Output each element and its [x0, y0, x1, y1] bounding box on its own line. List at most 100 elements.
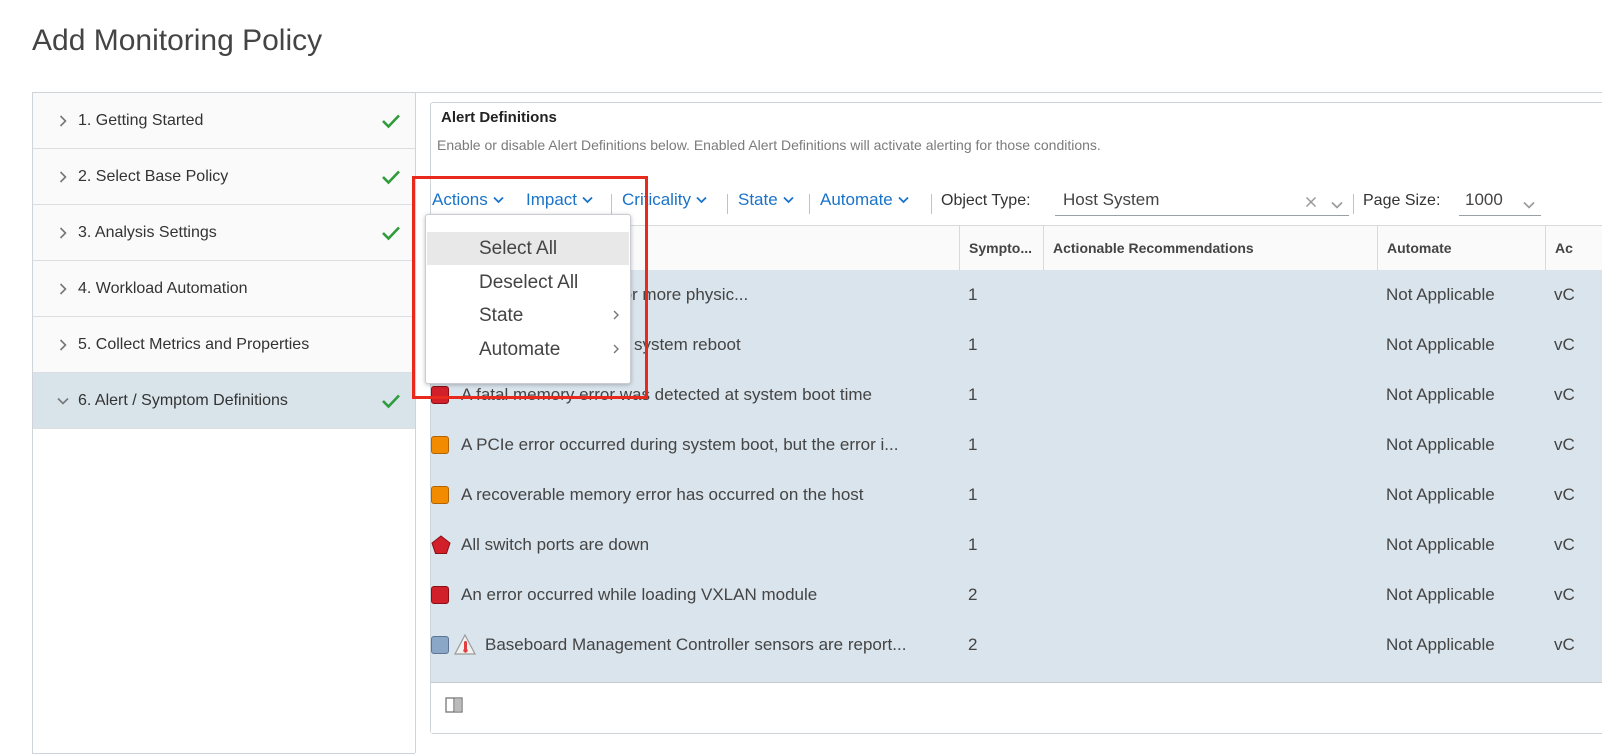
alert-name: Baseboard Management Controller sensors …: [485, 635, 907, 654]
check-icon: [381, 169, 401, 185]
divider: [414, 92, 1602, 93]
wizard-step-getting-started[interactable]: 1. Getting Started: [33, 93, 415, 149]
column-toggle-icon[interactable]: [445, 697, 463, 713]
clear-icon[interactable]: [1305, 193, 1317, 213]
adapter-value: vC: [1554, 335, 1575, 354]
adapter-value: vC: [1554, 585, 1575, 604]
symptoms-count: 1: [968, 285, 978, 304]
symptoms-count: 2: [968, 585, 978, 604]
wizard-step-label: 3. Analysis Settings: [78, 223, 217, 241]
info-alert-icon: [431, 636, 449, 654]
adapter-value: vC: [1554, 435, 1575, 454]
table-row[interactable]: A recoverable memory error has occurred …: [431, 470, 1602, 520]
automate-dropdown[interactable]: Automate: [820, 190, 909, 210]
chevron-right-icon: [55, 337, 71, 353]
object-type-value: Host System: [1063, 190, 1160, 209]
panel-description: Enable or disable Alert Definitions belo…: [437, 137, 1101, 153]
column-header-symptoms[interactable]: Sympto...: [959, 226, 1045, 270]
wizard-step-label: 5. Collect Metrics and Properties: [78, 335, 310, 353]
check-icon: [381, 225, 401, 241]
alert-name: A recoverable memory error has occurred …: [461, 485, 864, 504]
wizard-step-alert-symptom-definitions[interactable]: 6. Alert / Symptom Definitions: [33, 373, 415, 429]
adapter-value: vC: [1554, 385, 1575, 404]
menu-item-state[interactable]: State: [427, 299, 629, 332]
wizard-step-analysis-settings[interactable]: 3. Analysis Settings: [33, 205, 415, 261]
toolbar-separator: [931, 194, 932, 214]
panel-title: Alert Definitions: [441, 109, 557, 126]
wizard-step-workload-automation[interactable]: 4. Workload Automation: [33, 261, 415, 317]
column-header-adapter[interactable]: Ac: [1545, 226, 1602, 270]
critical-alert-icon: [431, 386, 449, 404]
wizard-steps: 1. Getting Started 2. Select Base Policy…: [32, 92, 416, 754]
symptoms-count: 2: [968, 635, 978, 654]
chevron-down-icon: [696, 196, 707, 204]
menu-item-automate-label: Automate: [479, 339, 561, 360]
warning-alert-icon: [431, 436, 449, 454]
automate-value: Not Applicable: [1386, 335, 1495, 354]
chevron-down-icon: [55, 393, 71, 409]
criticality-dropdown[interactable]: Criticality: [622, 190, 707, 210]
chevron-right-icon: [613, 310, 619, 320]
table-footer: [431, 682, 1602, 733]
state-label: State: [738, 190, 778, 209]
page-size-value: 1000: [1465, 190, 1503, 209]
symptoms-count: 1: [968, 385, 978, 404]
toolbar: Actions Impact Criticality State Automat…: [431, 187, 1602, 217]
adapter-value: vC: [1554, 485, 1575, 504]
alert-name: An error occurred while loading VXLAN mo…: [461, 585, 818, 604]
table-row[interactable]: All switch ports are down 1 Not Applicab…: [431, 520, 1602, 570]
menu-item-automate[interactable]: Automate: [427, 333, 629, 366]
wizard-step-collect-metrics[interactable]: 5. Collect Metrics and Properties: [33, 317, 415, 373]
column-header-automate[interactable]: Automate: [1377, 226, 1545, 270]
warning-alert-icon: [431, 486, 449, 504]
page-size-select[interactable]: 1000: [1459, 185, 1541, 216]
automate-value: Not Applicable: [1386, 485, 1495, 504]
wizard-step-label: 2. Select Base Policy: [78, 167, 229, 185]
thermometer-warning-icon: [454, 634, 476, 655]
adapter-value: vC: [1554, 535, 1575, 554]
menu-item-deselect-all[interactable]: Deselect All: [427, 266, 629, 299]
symptoms-count: 1: [968, 485, 978, 504]
table-row[interactable]: A PCIe error occurred during system boot…: [431, 420, 1602, 470]
impact-dropdown[interactable]: Impact: [526, 190, 593, 210]
actions-label: Actions: [432, 190, 488, 209]
menu-item-state-label: State: [479, 305, 524, 326]
symptoms-count: 1: [968, 535, 978, 554]
state-dropdown[interactable]: State: [738, 190, 794, 210]
criticality-label: Criticality: [622, 190, 691, 209]
chevron-down-icon: [582, 196, 593, 204]
chevron-right-icon: [55, 281, 71, 297]
automate-value: Not Applicable: [1386, 635, 1495, 654]
chevron-down-icon: [1331, 194, 1343, 214]
automate-value: Not Applicable: [1386, 285, 1495, 304]
automate-value: Not Applicable: [1386, 585, 1495, 604]
object-type-label: Object Type:: [941, 192, 1031, 209]
chevron-right-icon: [55, 169, 71, 185]
table-row[interactable]: An error occurred while loading VXLAN mo…: [431, 570, 1602, 620]
impact-label: Impact: [526, 190, 578, 209]
check-icon: [381, 113, 401, 129]
toolbar-separator: [809, 194, 810, 214]
chevron-right-icon: [613, 344, 619, 354]
object-type-select[interactable]: Host System: [1055, 185, 1349, 216]
wizard-step-label: 1. Getting Started: [78, 111, 204, 129]
toolbar-separator: [727, 194, 728, 214]
wizard-step-label: 6. Alert / Symptom Definitions: [78, 391, 288, 409]
automate-value: Not Applicable: [1386, 385, 1495, 404]
adapter-value: vC: [1554, 635, 1575, 654]
automate-value: Not Applicable: [1386, 535, 1495, 554]
column-header-recommendations[interactable]: Actionable Recommendations: [1043, 226, 1379, 270]
chevron-down-icon: [783, 196, 794, 204]
chevron-right-icon: [55, 225, 71, 241]
chevron-right-icon: [55, 113, 71, 129]
wizard-step-label: 4. Workload Automation: [78, 279, 248, 297]
symptoms-count: 1: [968, 335, 978, 354]
wizard-step-select-base-policy[interactable]: 2. Select Base Policy: [33, 149, 415, 205]
alert-definitions-panel: Alert Definitions Enable or disable Aler…: [430, 102, 1602, 734]
adapter-value: vC: [1554, 285, 1575, 304]
chevron-down-icon: [1523, 194, 1535, 214]
menu-item-select-all[interactable]: Select All: [427, 232, 629, 265]
table-row[interactable]: Baseboard Management Controller sensors …: [431, 620, 1602, 670]
toolbar-separator: [1353, 194, 1354, 214]
actions-dropdown[interactable]: Actions: [432, 190, 504, 210]
